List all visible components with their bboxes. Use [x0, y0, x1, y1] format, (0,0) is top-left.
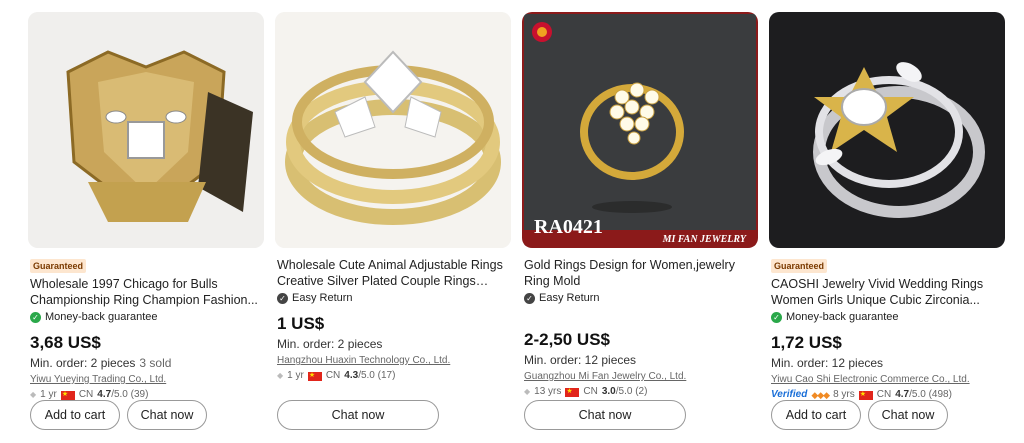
- rating-max: /5.0: [358, 370, 375, 381]
- product-title[interactable]: Wholesale Cute Animal Adjustable Rings C…: [277, 257, 513, 289]
- diamond-icon: ◆: [277, 371, 284, 380]
- min-order: Min. order: 12 pieces: [771, 356, 884, 370]
- product-title[interactable]: Wholesale 1997 Chicago for Bulls Champio…: [30, 276, 266, 308]
- return-icon: ✓: [277, 293, 288, 304]
- supplier-country: CN: [325, 370, 341, 381]
- supplier-country: CN: [583, 386, 598, 397]
- product-price: 2-2,50 US$: [524, 330, 610, 349]
- card-actions: Add to cart Chat now: [30, 400, 207, 430]
- product-card[interactable]: Wholesale Cute Animal Adjustable Rings C…: [275, 0, 513, 443]
- china-flag-icon: [307, 369, 322, 383]
- product-image[interactable]: RA0421 MI FAN JEWELRY: [522, 12, 758, 248]
- product-price: 3,68 US$: [30, 333, 101, 352]
- rating-max: /5.0: [615, 386, 633, 397]
- product-grid: Guaranteed Wholesale 1997 Chicago for Bu…: [0, 0, 1024, 443]
- product-card[interactable]: RA0421 MI FAN JEWELRY Gold Rings Design …: [522, 0, 760, 443]
- add-to-cart-button[interactable]: Add to cart: [771, 400, 861, 430]
- min-order: Min. order: 2 pieces 3 sold: [30, 356, 266, 371]
- product-info: Guaranteed CAOSHI Jewelry Vivid Wedding …: [771, 256, 1007, 402]
- china-flag-icon: [60, 388, 75, 402]
- supplier-rating: 3.0: [601, 386, 616, 397]
- product-info: Gold Rings Design for Women,jewelry Ring…: [524, 256, 760, 399]
- supplier-link[interactable]: Yiwu Yueying Trading Co., Ltd.: [30, 373, 266, 387]
- card-actions: Chat now: [277, 400, 439, 430]
- check-shield-icon: ✓: [30, 312, 41, 323]
- min-order: Min. order: 2 pieces: [277, 337, 383, 351]
- product-card[interactable]: Guaranteed Wholesale 1997 Chicago for Bu…: [28, 0, 266, 443]
- guarantee-label: Easy Return: [292, 292, 353, 304]
- chat-now-button[interactable]: Chat now: [277, 400, 439, 430]
- product-price: 1 US$: [277, 314, 325, 333]
- money-back-guarantee: ✓ Money-back guarantee: [771, 310, 1007, 325]
- review-count: (17): [377, 370, 396, 381]
- product-info: Guaranteed Wholesale 1997 Chicago for Bu…: [30, 256, 266, 402]
- product-title[interactable]: Gold Rings Design for Women,jewelry Ring…: [524, 257, 760, 289]
- guaranteed-badge: Guaranteed: [771, 259, 828, 273]
- card-actions: Chat now: [524, 400, 686, 430]
- image-product-code: RA0421: [534, 216, 603, 238]
- supplier-rating: 4.3: [344, 370, 359, 381]
- chat-now-button[interactable]: Chat now: [868, 400, 948, 430]
- supplier-meta: ◆ 13 yrs CN 3.0/5.0 (2): [524, 385, 760, 399]
- guaranteed-badge: Guaranteed: [30, 259, 87, 273]
- guarantee-label: Money-back guarantee: [45, 311, 158, 323]
- min-order: Min. order: 12 pieces: [524, 353, 637, 367]
- china-flag-icon: [858, 388, 873, 402]
- guarantee-label: Easy Return: [539, 292, 600, 304]
- min-order-label: Min. order: 2 pieces: [30, 356, 136, 370]
- china-flag-icon: [565, 385, 580, 399]
- product-title[interactable]: CAOSHI Jewelry Vivid Wedding Rings Women…: [771, 276, 1007, 308]
- easy-return: ✓ Easy Return: [524, 291, 760, 306]
- product-image[interactable]: [275, 12, 511, 248]
- product-price: 1,72 US$: [771, 333, 842, 352]
- diamond-icon: ◆: [524, 387, 531, 396]
- card-actions: Add to cart Chat now: [771, 400, 948, 430]
- money-back-guarantee: ✓ Money-back guarantee: [30, 310, 266, 325]
- supplier-link[interactable]: Yiwu Cao Shi Electronic Commerce Co., Lt…: [771, 373, 1007, 387]
- return-icon: ✓: [524, 293, 535, 304]
- supplier-years: 1 yr: [287, 370, 304, 381]
- easy-return: ✓ Easy Return: [277, 291, 513, 306]
- chat-now-button[interactable]: Chat now: [127, 400, 207, 430]
- check-shield-icon: ✓: [771, 312, 782, 323]
- supplier-meta: ◆ 1 yr CN 4.3/5.0 (17): [277, 369, 513, 383]
- product-info: Wholesale Cute Animal Adjustable Rings C…: [277, 256, 513, 383]
- add-to-cart-button[interactable]: Add to cart: [30, 400, 120, 430]
- supplier-link[interactable]: Hangzhou Huaxin Technology Co., Ltd.: [277, 354, 513, 368]
- sold-count: 3 sold: [139, 356, 172, 370]
- product-card[interactable]: Guaranteed CAOSHI Jewelry Vivid Wedding …: [769, 0, 1007, 443]
- image-brand-label: MI FAN JEWELRY: [662, 234, 746, 245]
- chat-now-button[interactable]: Chat now: [524, 400, 686, 430]
- product-image[interactable]: [769, 12, 1005, 248]
- supplier-years: 13 yrs: [534, 386, 562, 397]
- guarantee-label: Money-back guarantee: [786, 311, 899, 323]
- review-count: (2): [635, 386, 648, 397]
- supplier-link[interactable]: Guangzhou Mi Fan Jewelry Co., Ltd.: [524, 370, 760, 384]
- product-image[interactable]: [28, 12, 264, 248]
